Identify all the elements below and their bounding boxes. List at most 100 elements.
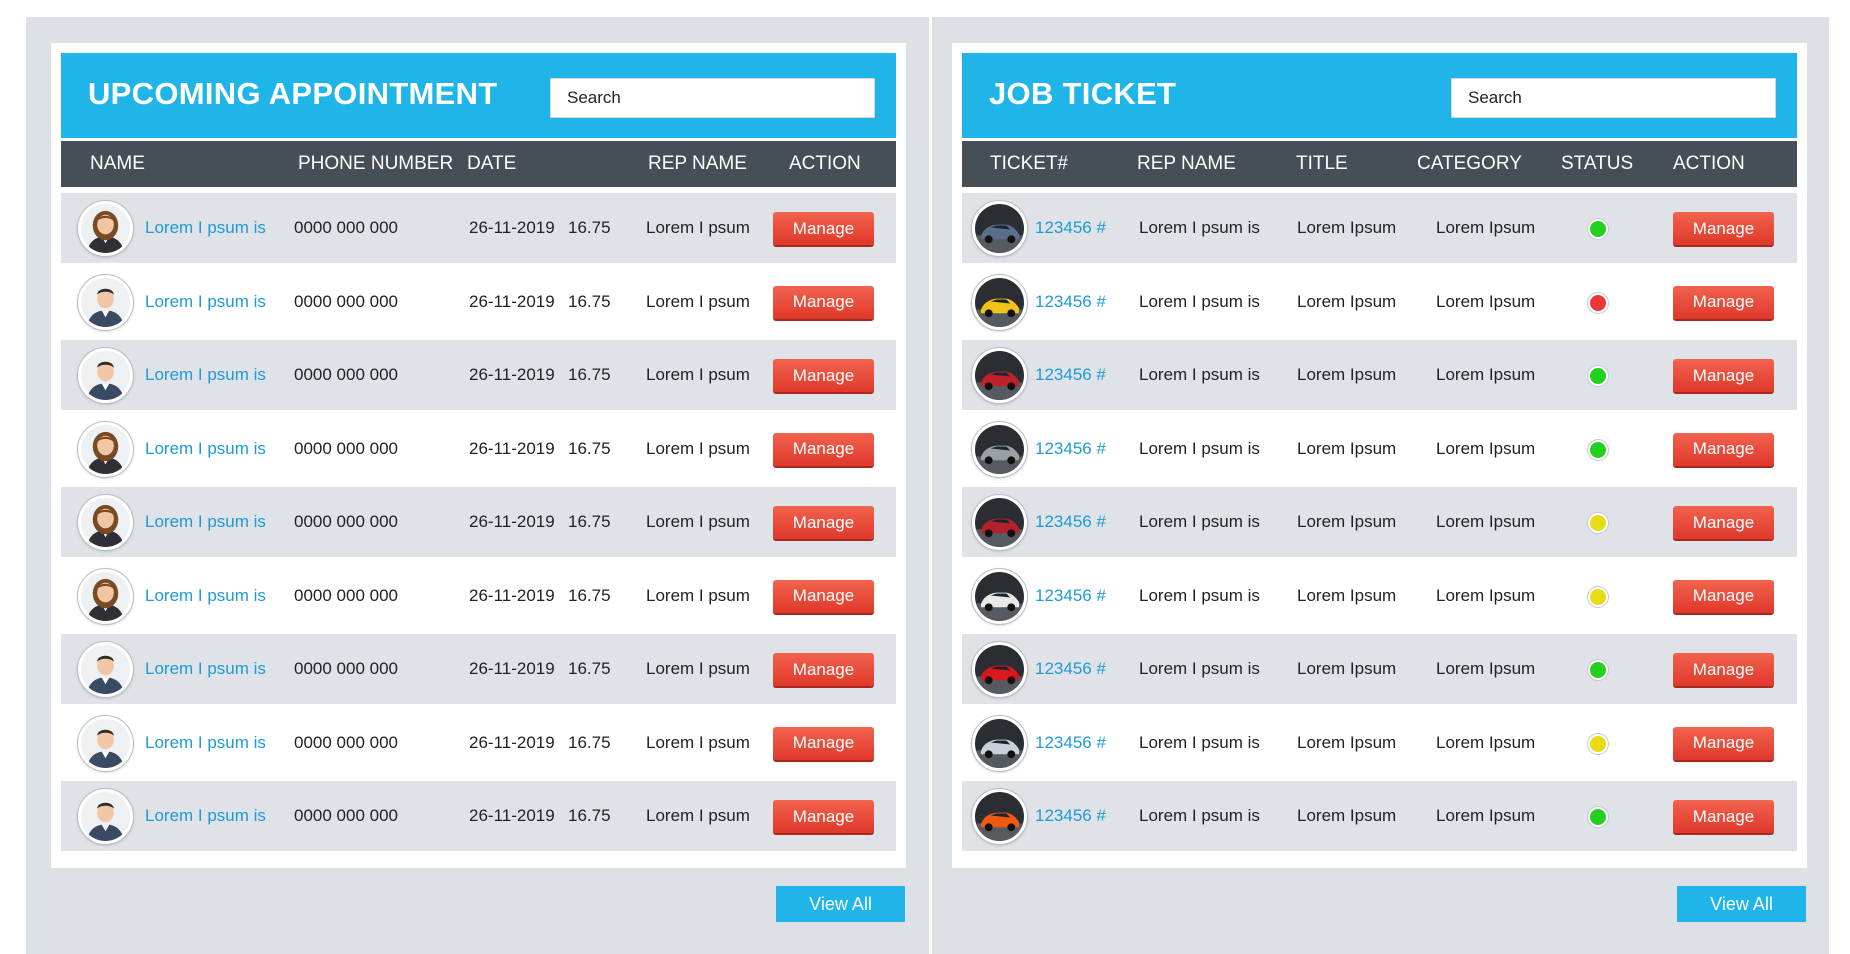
customer-name-link[interactable]: Lorem I psum is	[145, 193, 266, 263]
ticket-title: Lorem Ipsum	[1297, 585, 1397, 605]
ticket-title: Lorem Ipsum	[1297, 732, 1397, 752]
job-ticket-search-input[interactable]	[1452, 79, 1775, 117]
column-header-category: CATEGORY	[1417, 153, 1522, 174]
avatar	[78, 495, 133, 550]
manage-button[interactable]: Manage	[1673, 653, 1774, 686]
customer-name-link[interactable]: Lorem I psum is	[145, 781, 266, 851]
customer-name-link[interactable]: Lorem I psum is	[145, 414, 266, 484]
ticket-title: Lorem Ipsum	[1297, 291, 1397, 311]
ticket-number-link[interactable]: 123456 #	[1035, 708, 1106, 778]
table-row: Lorem I psum is 0000 000 000 26-11-2019 16.…	[61, 340, 896, 410]
job-ticket-view-all-button[interactable]: View All	[1677, 886, 1806, 922]
avatar	[78, 789, 133, 844]
avatar	[78, 421, 133, 477]
customer-name-link[interactable]: Lorem I psum is	[145, 340, 266, 410]
column-header-phone: PHONE NUMBER	[298, 153, 454, 174]
rep-name: Lorem I psum is	[1139, 585, 1260, 605]
car-thumbnail	[972, 789, 1027, 844]
manage-button[interactable]: Manage	[1673, 506, 1774, 539]
job-ticket-title: JOB TICKET	[989, 76, 1177, 111]
ticket-number-link[interactable]: 123456 #	[1035, 193, 1106, 263]
ticket-number-link[interactable]: 123456 #	[1035, 340, 1106, 410]
ticket-category: Lorem Ipsum	[1436, 806, 1536, 825]
manage-button[interactable]: Manage	[773, 506, 874, 539]
column-header-rep-name: REP NAME	[1137, 153, 1236, 174]
ticket-number-link[interactable]: 123456 #	[1035, 781, 1106, 851]
manage-button[interactable]: Manage	[1673, 212, 1774, 245]
appointment-title: UPCOMING APPOINTMENT	[88, 76, 498, 111]
ticket-number-link[interactable]: 123456 #	[1035, 487, 1106, 557]
appointment-date: 26-11-2019	[469, 659, 555, 678]
ticket-number-link[interactable]: 123456 #	[1035, 414, 1106, 484]
appointment-date: 26-11-2019	[469, 512, 555, 531]
manage-button[interactable]: Manage	[1673, 726, 1774, 760]
ticket-number-link[interactable]: 123456 #	[1035, 561, 1106, 631]
appointment-card: UPCOMING APPOINTMENT NAME PHONE NUMBER D…	[51, 43, 906, 868]
avatar	[78, 348, 133, 403]
table-row: 123456 # Lorem I psum is Lorem Ipsum Lorem …	[962, 708, 1797, 778]
manage-button[interactable]: Manage	[1673, 285, 1774, 319]
manage-button[interactable]: Manage	[1673, 432, 1774, 466]
status-indicator	[1588, 366, 1608, 386]
appointment-time: 16.75	[568, 291, 611, 311]
customer-name-link[interactable]: Lorem I psum is	[145, 267, 266, 337]
phone-number: 0000 000 000	[294, 291, 398, 311]
appointment-time: 16.75	[568, 585, 611, 605]
manage-button[interactable]: Manage	[773, 432, 874, 466]
status-indicator	[1588, 733, 1608, 754]
manage-button[interactable]: Manage	[1673, 800, 1774, 833]
status-indicator	[1588, 807, 1608, 827]
appointment-search-box[interactable]	[550, 78, 875, 118]
car-thumbnail	[972, 421, 1027, 477]
customer-name-link[interactable]: Lorem I psum is	[145, 487, 266, 557]
manage-button[interactable]: Manage	[773, 800, 874, 833]
table-row: 123456 # Lorem I psum is Lorem Ipsum Lorem …	[962, 634, 1797, 704]
ticket-title: Lorem Ipsum	[1297, 218, 1397, 237]
customer-name-link[interactable]: Lorem I psum is	[145, 561, 266, 631]
ticket-number-link[interactable]: 123456 #	[1035, 267, 1106, 337]
manage-button[interactable]: Manage	[773, 653, 874, 686]
customer-name-link[interactable]: Lorem I psum is	[145, 708, 266, 778]
rep-name: Lorem I psum	[646, 512, 750, 531]
column-header-ticket: TICKET#	[990, 153, 1069, 174]
manage-button[interactable]: Manage	[1673, 579, 1774, 613]
customer-name-link[interactable]: Lorem I psum is	[145, 634, 266, 704]
phone-number: 0000 000 000	[294, 218, 398, 237]
ticket-category: Lorem Ipsum	[1436, 659, 1536, 678]
avatar	[78, 201, 133, 256]
phone-number: 0000 000 000	[294, 585, 398, 605]
appointment-search-input[interactable]	[551, 79, 874, 117]
manage-button[interactable]: Manage	[773, 359, 874, 392]
table-row: Lorem I psum is 0000 000 000 26-11-2019 16.…	[61, 561, 896, 631]
manage-button[interactable]: Manage	[773, 579, 874, 613]
column-header-name: NAME	[90, 153, 145, 174]
table-row: 123456 # Lorem I psum is Lorem Ipsum Lorem …	[962, 487, 1797, 557]
ticket-category: Lorem Ipsum	[1436, 585, 1536, 605]
dashboard: UPCOMING APPOINTMENT NAME PHONE NUMBER D…	[0, 0, 1850, 954]
column-header-action: ACTION	[1673, 153, 1745, 174]
job-ticket-table-header: TICKET# REP NAME TITLE CATEGORY STATUS A…	[962, 141, 1797, 187]
ticket-category: Lorem Ipsum	[1436, 438, 1536, 458]
table-row: Lorem I psum is 0000 000 000 26-11-2019 16.…	[61, 487, 896, 557]
rep-name: Lorem I psum	[646, 291, 750, 311]
ticket-category: Lorem Ipsum	[1436, 218, 1536, 237]
phone-number: 0000 000 000	[294, 365, 398, 384]
appointment-view-all-button[interactable]: View All	[776, 886, 905, 922]
manage-button[interactable]: Manage	[773, 726, 874, 760]
manage-button[interactable]: Manage	[773, 212, 874, 245]
appointment-date: 26-11-2019	[469, 365, 555, 384]
status-indicator	[1588, 219, 1608, 239]
job-ticket-search-box[interactable]	[1451, 78, 1776, 118]
manage-button[interactable]: Manage	[1673, 359, 1774, 392]
table-row: 123456 # Lorem I psum is Lorem Ipsum Lorem …	[962, 561, 1797, 631]
ticket-number-link[interactable]: 123456 #	[1035, 634, 1106, 704]
manage-button[interactable]: Manage	[773, 285, 874, 319]
ticket-title: Lorem Ipsum	[1297, 659, 1397, 678]
appointment-date: 26-11-2019	[469, 732, 555, 752]
ticket-title: Lorem Ipsum	[1297, 438, 1397, 458]
table-row: Lorem I psum is 0000 000 000 26-11-2019 16.…	[61, 634, 896, 704]
rep-name: Lorem I psum	[646, 732, 750, 752]
phone-number: 0000 000 000	[294, 438, 398, 458]
column-header-rep-name: REP NAME	[648, 153, 747, 174]
ticket-category: Lorem Ipsum	[1436, 512, 1536, 531]
